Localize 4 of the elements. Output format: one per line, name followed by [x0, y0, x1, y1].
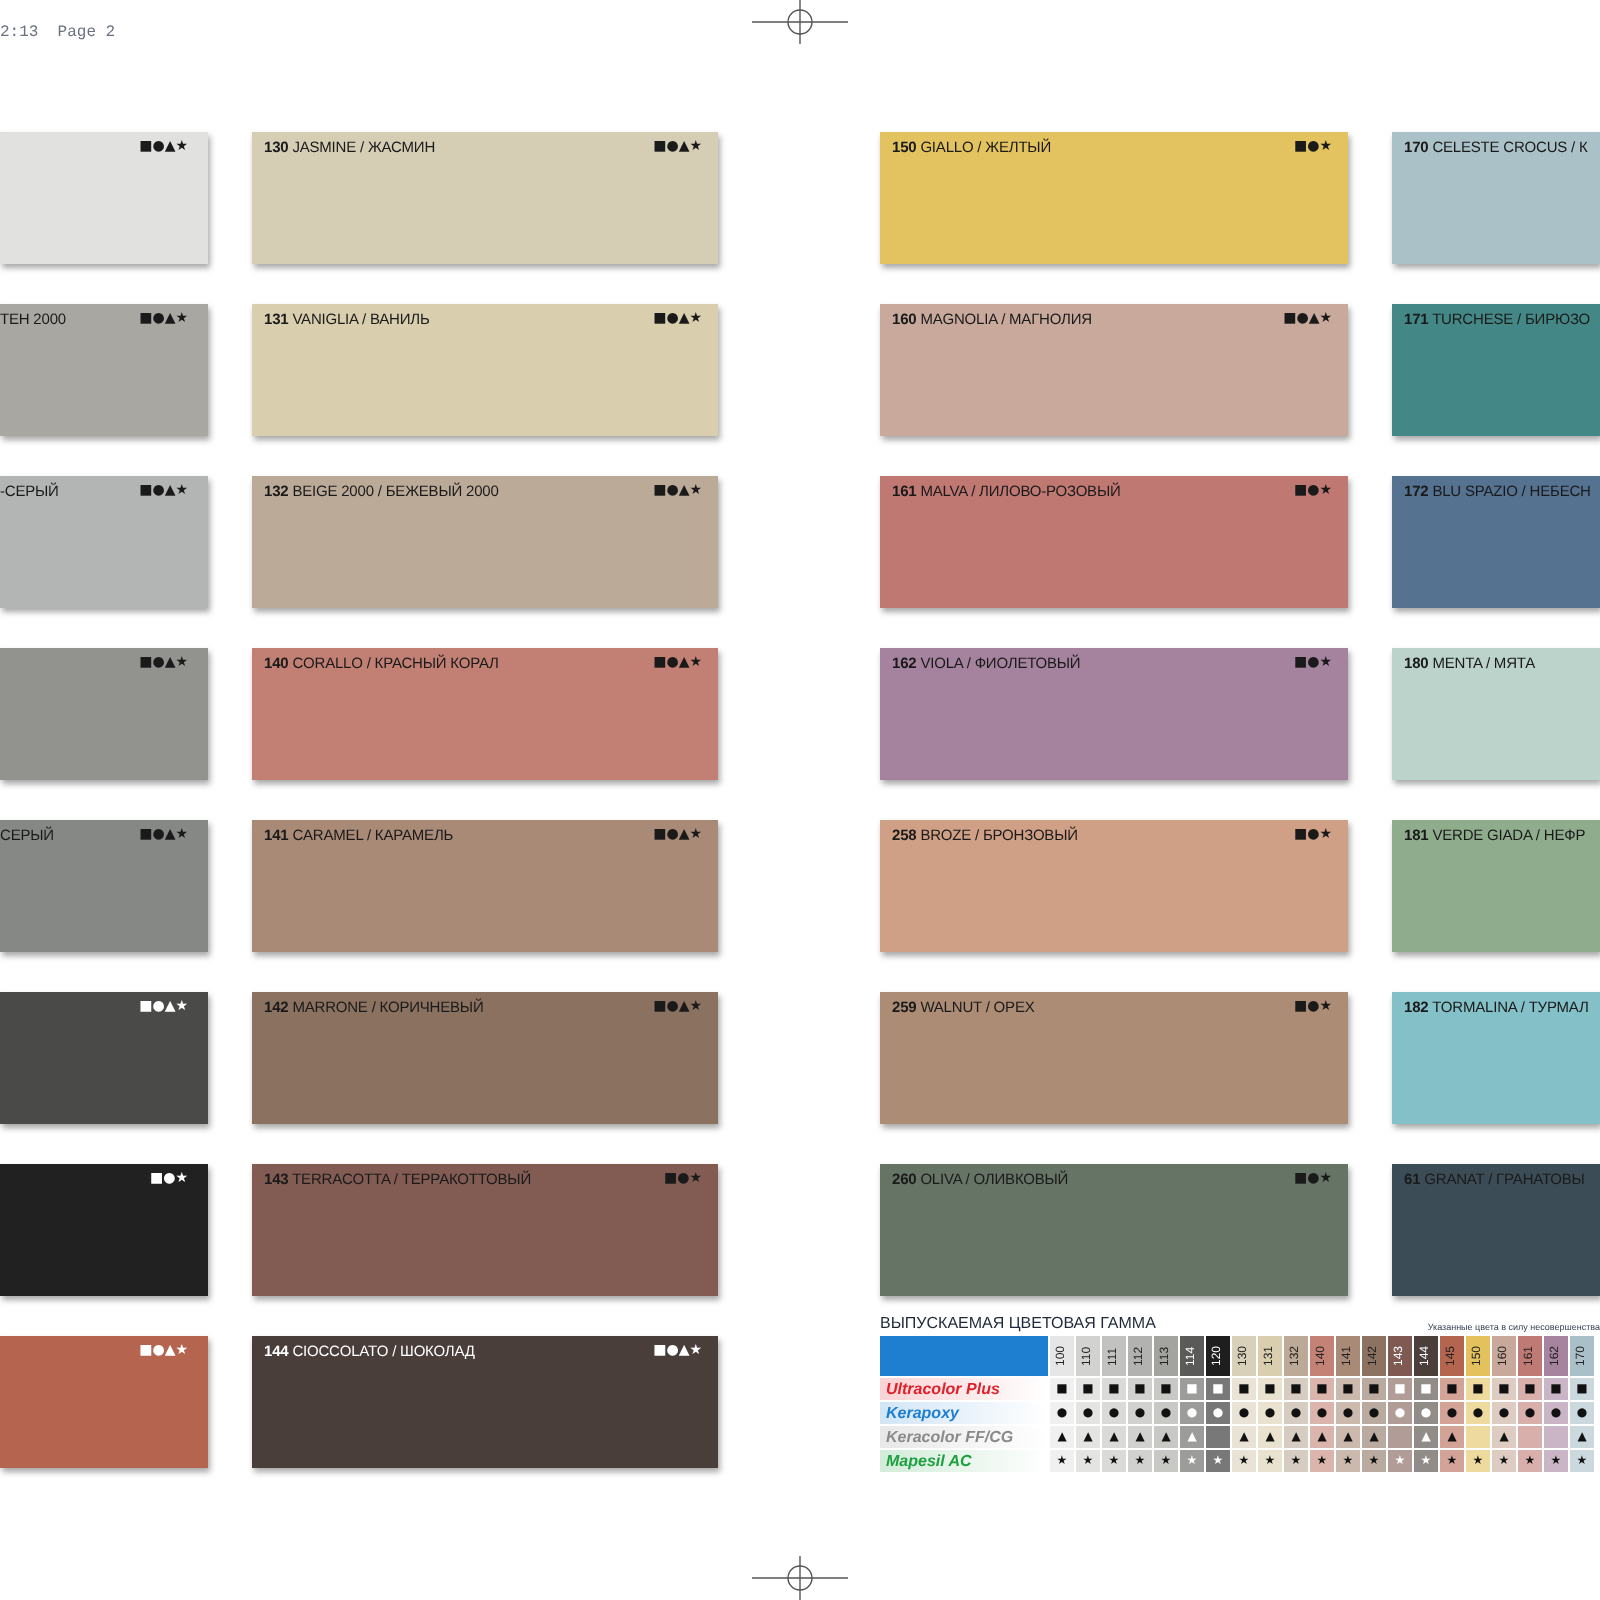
crop-mark-icon: [752, 0, 848, 44]
table-title: ВЫПУСКАЕМАЯ ЦВЕТОВАЯ ГАММА: [880, 1316, 1156, 1332]
print-header: 2:13 Page 2: [0, 24, 116, 42]
crop-mark-icon: [752, 1556, 848, 1600]
